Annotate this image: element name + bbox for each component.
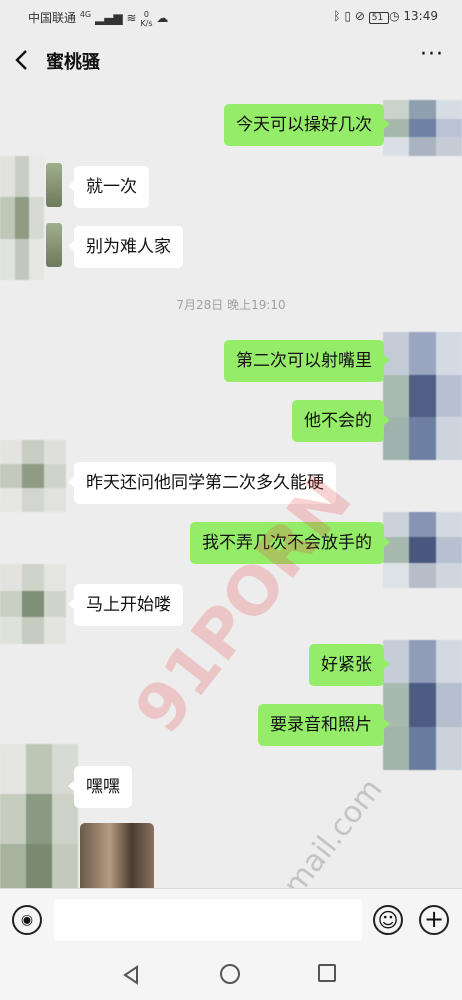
message-bubble-outgoing[interactable]: 我不弄几次不会放手的: [190, 522, 390, 564]
alarm-icon: ◷: [389, 9, 400, 23]
voice-icon[interactable]: ◉: [12, 905, 42, 935]
message-input[interactable]: [54, 899, 362, 941]
message-bubble-outgoing[interactable]: 他不会的: [292, 400, 390, 442]
message-bubble-incoming[interactable]: 昨天还问他同学第二次多久能硬: [68, 462, 336, 504]
message-timestamp: 7月28日 晚上19:10: [176, 298, 286, 312]
network-speed: 0 K/s: [140, 10, 152, 28]
status-left: 中国联通 4G ▂▄▆ ≋ 0 K/s ☁: [28, 9, 168, 28]
chat-title: 蜜桃骚: [46, 52, 100, 73]
status-right: ᛒ ▯ ⊘ 51 ◷ 13:49: [333, 9, 438, 24]
vibrate-icon: ▯: [344, 9, 352, 23]
bluetooth-icon: ᛒ: [333, 9, 341, 23]
signal-icon: ▂▄▆: [94, 11, 123, 25]
mute-icon: ⊘: [354, 9, 365, 23]
avatar[interactable]: [46, 163, 62, 207]
more-dots-icon[interactable]: ···: [420, 42, 444, 67]
image-message-thumbnail[interactable]: [80, 823, 154, 893]
plus-icon[interactable]: +: [419, 905, 449, 935]
message-bubble-incoming[interactable]: 马上开始喽: [68, 584, 183, 626]
message-bubble-outgoing[interactable]: 第二次可以射嘴里: [224, 340, 390, 382]
nav-back-icon[interactable]: [120, 964, 142, 986]
system-nav-bar: [0, 950, 462, 1000]
message-bubble-incoming[interactable]: 嘿嘿: [68, 766, 132, 808]
avatar[interactable]: [46, 223, 62, 267]
avatar[interactable]: [383, 332, 462, 460]
battery-level: 51: [371, 13, 384, 23]
carrier-label: 中国联通: [28, 11, 77, 25]
wifi-icon: ≋: [126, 11, 137, 25]
avatar[interactable]: [0, 156, 44, 280]
cloud-icon: ☁: [156, 11, 169, 25]
avatar[interactable]: [383, 100, 462, 156]
avatar[interactable]: [0, 564, 66, 644]
avatar[interactable]: [383, 640, 462, 770]
message-input-bar: ◉ ☺ +: [0, 888, 462, 951]
clock: 13:49: [403, 9, 438, 23]
message-bubble-outgoing[interactable]: 要录音和照片: [258, 704, 390, 746]
speed-unit: K/s: [140, 18, 153, 28]
avatar[interactable]: [383, 512, 462, 588]
network-type: 4G: [79, 10, 92, 19]
message-bubble-outgoing[interactable]: 今天可以操好几次: [224, 104, 390, 146]
message-bubble-outgoing[interactable]: 好紧张: [309, 644, 390, 686]
status-bar: 中国联通 4G ▂▄▆ ≋ 0 K/s ☁ ᛒ ▯ ⊘ 51 ◷ 13:49: [0, 0, 462, 34]
speed-value: 0: [143, 9, 149, 19]
chevron-left-icon[interactable]: [12, 48, 34, 72]
message-bubble-incoming[interactable]: 别为难人家: [68, 226, 183, 268]
avatar[interactable]: [0, 440, 66, 512]
avatar[interactable]: [0, 744, 78, 894]
message-bubble-incoming[interactable]: 就一次: [68, 166, 149, 208]
chat-header: 蜜桃骚 ···: [0, 34, 462, 86]
emoji-icon[interactable]: ☺: [373, 905, 403, 935]
nav-home-icon[interactable]: [220, 964, 240, 984]
nav-recent-apps-icon[interactable]: [318, 964, 336, 982]
battery-icon: 51: [368, 12, 390, 24]
